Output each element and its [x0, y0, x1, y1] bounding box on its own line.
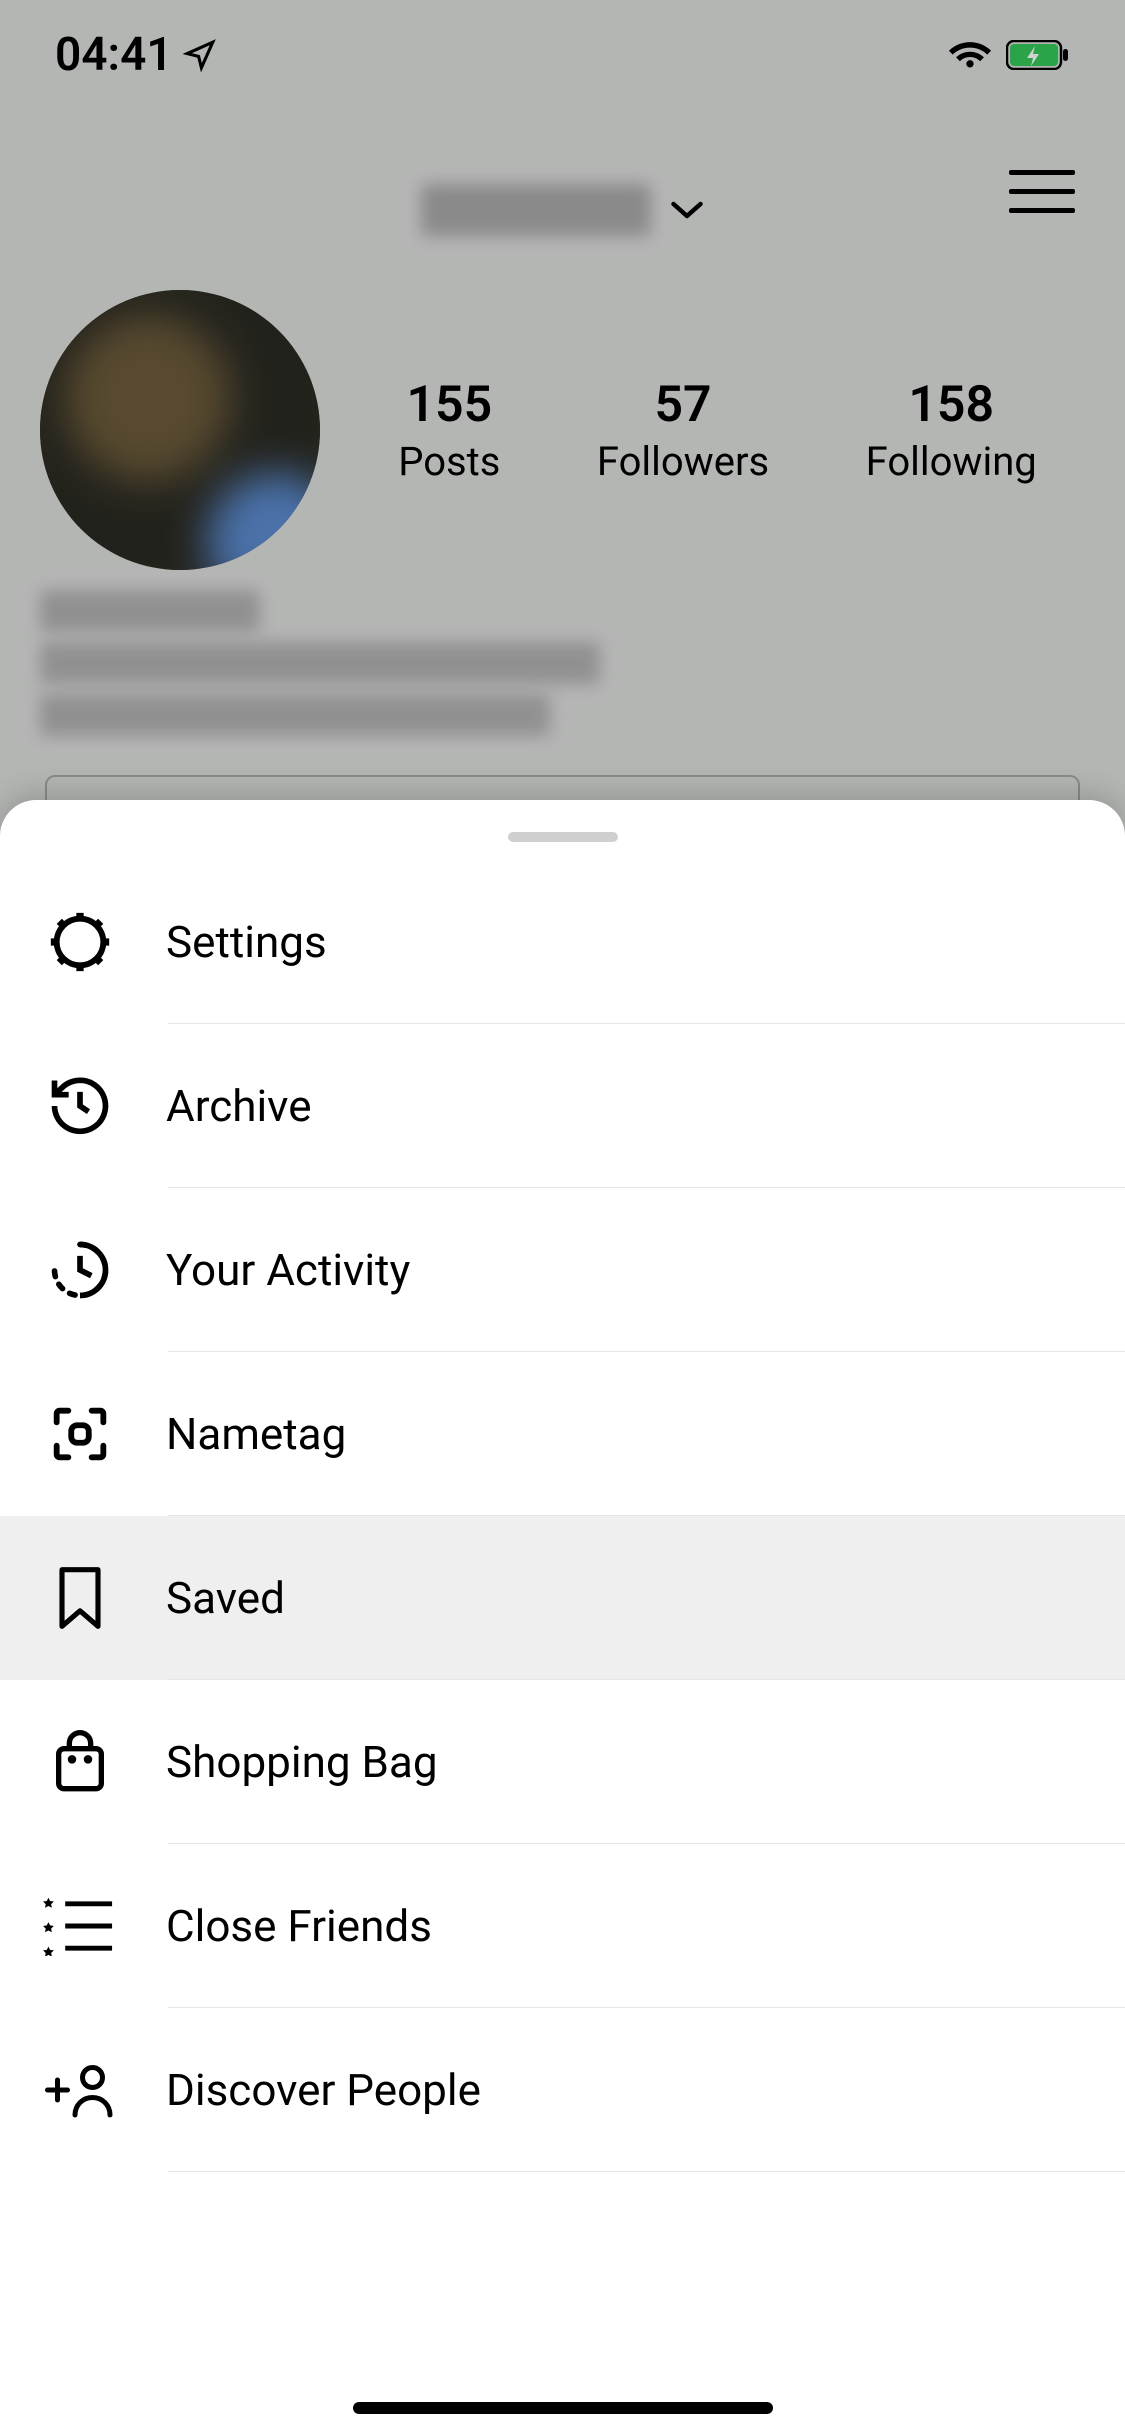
activity-icon	[40, 1230, 120, 1310]
nametag-icon	[40, 1394, 120, 1474]
menu-item-settings[interactable]: Settings	[0, 860, 1125, 1024]
close-friends-icon	[40, 1886, 120, 1966]
divider	[168, 2171, 1125, 2173]
menu-item-saved[interactable]: Saved	[0, 1516, 1125, 1680]
gear-icon	[40, 902, 120, 982]
menu-label: Saved	[166, 1572, 285, 1624]
menu-label: Discover People	[166, 2064, 481, 2116]
menu-item-archive[interactable]: Archive	[0, 1024, 1125, 1188]
discover-people-icon	[40, 2050, 120, 2130]
bookmark-icon	[40, 1558, 120, 1638]
menu-label: Nametag	[166, 1408, 346, 1460]
history-icon	[40, 1066, 120, 1146]
menu-item-discover-people[interactable]: Discover People	[0, 2008, 1125, 2172]
menu-label: Archive	[166, 1080, 312, 1132]
menu-label: Close Friends	[166, 1900, 432, 1952]
home-indicator[interactable]	[353, 2402, 773, 2414]
menu-item-nametag[interactable]: Nametag	[0, 1352, 1125, 1516]
menu-label: Settings	[166, 916, 327, 968]
menu-label: Your Activity	[166, 1244, 410, 1296]
bottom-sheet: Settings Archive Your Activity Nametag S…	[0, 800, 1125, 2436]
menu-item-close-friends[interactable]: Close Friends	[0, 1844, 1125, 2008]
menu-label: Shopping Bag	[166, 1736, 438, 1788]
sheet-grabber[interactable]	[508, 832, 618, 842]
menu-item-your-activity[interactable]: Your Activity	[0, 1188, 1125, 1352]
shopping-bag-icon	[40, 1722, 120, 1802]
menu-item-shopping-bag[interactable]: Shopping Bag	[0, 1680, 1125, 1844]
